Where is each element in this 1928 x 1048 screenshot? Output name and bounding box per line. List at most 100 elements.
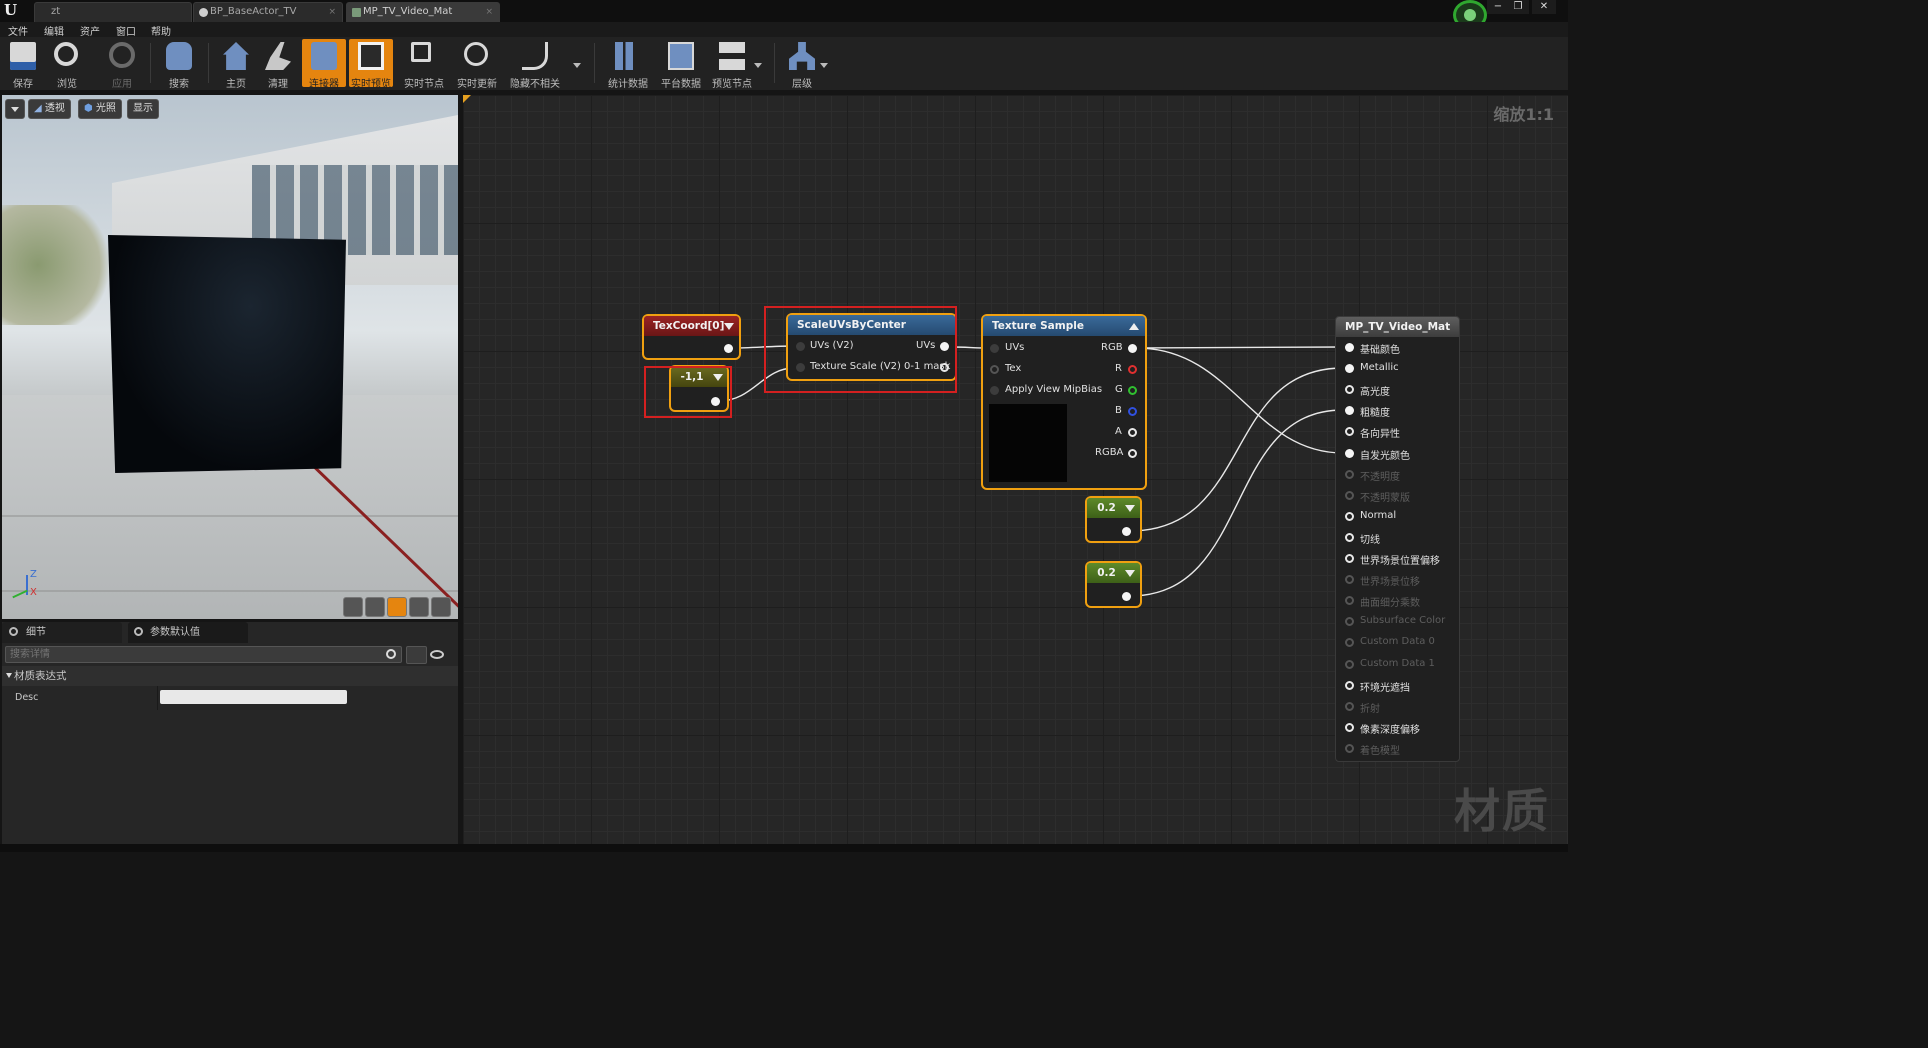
material-input-pin[interactable]: [1345, 406, 1354, 416]
material-input-pin[interactable]: [1345, 448, 1354, 458]
sphere-preview-button[interactable]: [365, 597, 385, 617]
tab-label: zt: [51, 6, 61, 17]
details-search-input[interactable]: [5, 646, 402, 663]
chevron-down-icon[interactable]: [754, 63, 762, 68]
grid-line: [2, 590, 458, 592]
search-input[interactable]: [6, 647, 376, 662]
close-icon[interactable]: ×: [328, 3, 336, 21]
cylinder-preview-button[interactable]: [343, 597, 363, 617]
input-pin-tex[interactable]: [990, 365, 999, 374]
output-pin[interactable]: [1122, 592, 1131, 601]
tab-mp-tv-video-mat[interactable]: MP_TV_Video_Mat ×: [346, 2, 500, 22]
minimize-button[interactable]: −: [1487, 0, 1509, 14]
search-icon[interactable]: [386, 649, 396, 659]
live-nodes-button[interactable]: 实时节点: [402, 39, 446, 90]
save-icon: [10, 42, 36, 70]
material-input-pin[interactable]: [1345, 638, 1354, 648]
material-input-pin[interactable]: [1345, 554, 1354, 563]
material-input-pin[interactable]: [1345, 701, 1354, 711]
output-pin-rgb[interactable]: [1128, 344, 1137, 353]
hide-unrelated-button[interactable]: 隐藏不相关: [510, 39, 560, 90]
output-pin-r[interactable]: [1128, 365, 1137, 374]
material-input-pin[interactable]: [1345, 680, 1354, 690]
constant-node-roughness[interactable]: 0.2: [1087, 563, 1140, 606]
input-pin-uvs[interactable]: [990, 344, 999, 353]
material-input-pin[interactable]: [1345, 385, 1354, 395]
tab-zt[interactable]: zt: [34, 2, 192, 22]
stats-button[interactable]: 统计数据: [606, 39, 650, 90]
output-pin-rgba[interactable]: [1128, 449, 1137, 458]
eye-icon[interactable]: [430, 650, 444, 659]
collapse-arrow-icon[interactable]: [1125, 505, 1135, 512]
chevron-down-icon[interactable]: [573, 63, 581, 68]
tab-bp-baseactor-tv[interactable]: BP_BaseActor_TV ×: [193, 2, 343, 22]
material-input-pin[interactable]: [1345, 469, 1354, 479]
input-pin-mipbias[interactable]: [990, 386, 999, 395]
material-input-pin[interactable]: [1345, 511, 1354, 521]
menu-window[interactable]: 窗口: [116, 23, 136, 38]
search-icon: [134, 627, 143, 636]
material-input-pin[interactable]: [1345, 490, 1354, 500]
menu-edit[interactable]: 编辑: [44, 23, 64, 38]
material-input-pin[interactable]: [1345, 532, 1354, 542]
output-pin-b[interactable]: [1128, 407, 1137, 416]
viewport-options-button[interactable]: [5, 99, 25, 119]
collapse-arrow-icon[interactable]: [724, 323, 734, 330]
show-button[interactable]: 显示: [127, 99, 159, 119]
material-input-pin[interactable]: [1345, 364, 1354, 374]
browse-button[interactable]: 浏览: [45, 39, 89, 90]
output-pin[interactable]: [724, 344, 733, 353]
output-pin-g[interactable]: [1128, 386, 1137, 395]
material-input-pin[interactable]: [1345, 743, 1354, 753]
close-icon[interactable]: ×: [485, 3, 493, 21]
lit-button[interactable]: ⬢ 光照: [78, 99, 122, 119]
tab-label: MP_TV_Video_Mat: [363, 6, 453, 17]
tab-details[interactable]: 细节: [2, 622, 122, 643]
section-header[interactable]: 材质表达式: [2, 666, 458, 686]
material-input-pin[interactable]: [1345, 617, 1354, 627]
clean-button[interactable]: 清理: [256, 39, 300, 90]
apply-button[interactable]: 应用: [100, 39, 144, 90]
menu-asset[interactable]: 资产: [80, 23, 100, 38]
material-input-pin[interactable]: [1345, 575, 1354, 585]
chevron-down-icon[interactable]: [820, 63, 828, 68]
connectors-button[interactable]: 连接器: [302, 39, 346, 90]
material-result-node[interactable]: MP_TV_Video_Mat 基础颜色 Metallic 高光度 粗糙度 各向异性 自发…: [1335, 316, 1460, 762]
perspective-button[interactable]: ◢ 透视: [28, 99, 71, 119]
preview-nodes-button[interactable]: 预览节点: [710, 39, 754, 90]
tab-parameter-defaults[interactable]: 参数默认值: [128, 622, 248, 643]
material-pin-label: 不透明蒙版: [1360, 492, 1410, 504]
menu-file[interactable]: 文件: [8, 23, 28, 38]
live-nodes-icon: [411, 42, 431, 62]
live-update-button[interactable]: 实时更新: [455, 39, 499, 90]
property-matrix-button[interactable]: [406, 646, 427, 664]
restore-button[interactable]: ❐: [1507, 0, 1529, 14]
search-icon: [9, 627, 18, 636]
material-input-pin[interactable]: [1345, 722, 1354, 732]
material-input-pin[interactable]: [1345, 427, 1354, 437]
texcoord-node[interactable]: TexCoord[0]: [644, 316, 739, 358]
texture-sample-node[interactable]: Texture Sample UVs Tex Apply View MipBia…: [983, 316, 1145, 488]
collapse-arrow-icon[interactable]: [1125, 570, 1135, 577]
output-pin[interactable]: [1122, 527, 1131, 536]
platform-stats-button[interactable]: 平台数据: [659, 39, 703, 90]
plane-preview-button[interactable]: [387, 597, 407, 617]
perspective-icon: ◢: [34, 103, 42, 114]
constant-node-metallic[interactable]: 0.2: [1087, 498, 1140, 541]
teapot-preview-button[interactable]: [431, 597, 451, 617]
preview-viewport[interactable]: ◢ 透视 ⬢ 光照 显示 Z X: [2, 95, 458, 619]
hierarchy-button[interactable]: 层级: [780, 39, 824, 90]
search-button[interactable]: 搜索: [157, 39, 201, 90]
unreal-logo-icon[interactable]: U: [4, 1, 17, 19]
material-graph[interactable]: 缩放1:1 材质 TexCoord[0] -1,1 ScaleUVsByCent…: [463, 95, 1568, 844]
menu-help[interactable]: 帮助: [151, 23, 171, 38]
output-pin-a[interactable]: [1128, 428, 1137, 437]
collapse-arrow-icon[interactable]: [1129, 323, 1139, 330]
material-input-pin[interactable]: [1345, 596, 1354, 606]
material-input-pin[interactable]: [1345, 659, 1354, 669]
desc-input[interactable]: [160, 690, 347, 704]
window-close-button[interactable]: ✕: [1532, 0, 1556, 14]
live-preview-button[interactable]: 实时预览: [349, 39, 393, 90]
material-input-pin[interactable]: [1345, 343, 1354, 352]
cube-preview-button[interactable]: [409, 597, 429, 617]
